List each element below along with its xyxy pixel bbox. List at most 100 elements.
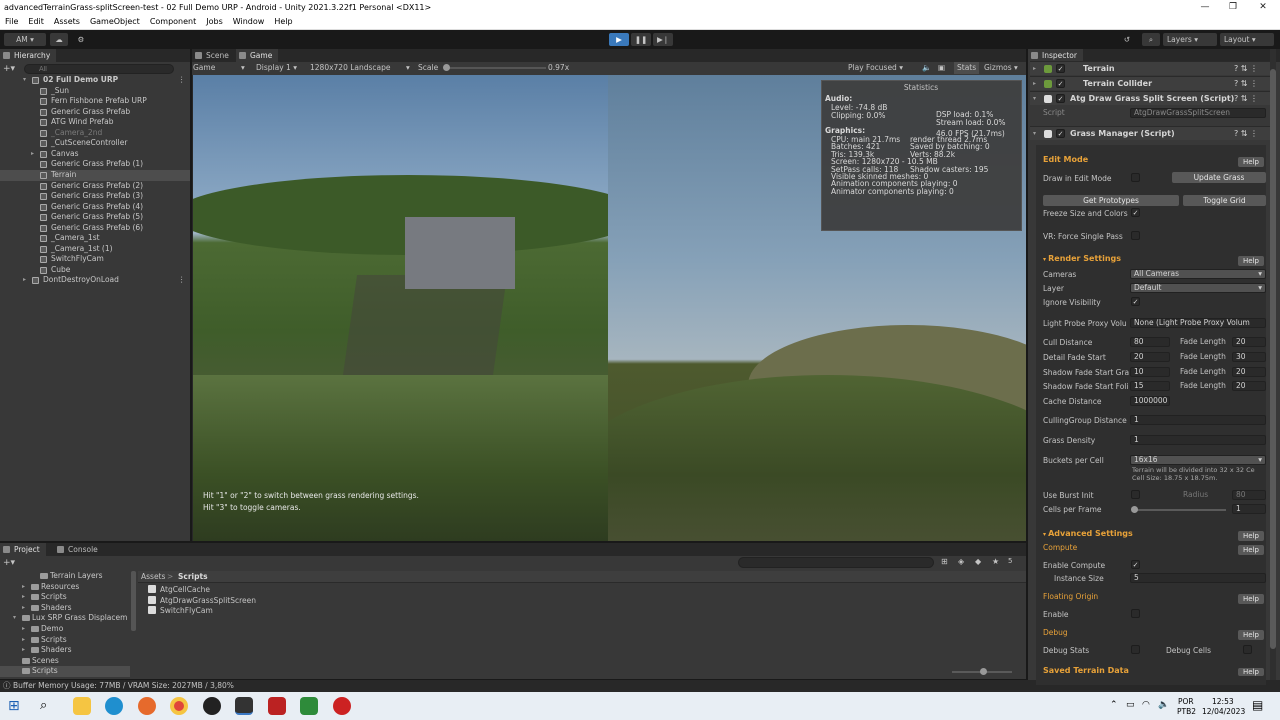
freeze-checkbox[interactable]: ✓ — [1131, 208, 1140, 217]
render-settings-heading[interactable]: ▾ Render Settings — [1043, 254, 1121, 263]
script-file-item[interactable]: AtgDrawGrassSplitScreen — [148, 595, 256, 606]
project-folder-item[interactable]: Terrain Layers — [0, 571, 130, 582]
close-button[interactable]: ✕ — [1248, 0, 1278, 15]
recorder-icon[interactable] — [333, 697, 351, 715]
favorite-icon[interactable]: ★ — [992, 557, 999, 566]
layout-dropdown[interactable]: Layout ▾ — [1220, 33, 1274, 46]
project-search-input[interactable] — [738, 557, 934, 568]
project-folder-item[interactable]: ▸ Demo — [0, 624, 130, 635]
wifi-icon[interactable]: ◠ — [1142, 700, 1150, 710]
chrome-icon[interactable] — [170, 697, 188, 715]
icon-size-thumb[interactable] — [980, 668, 987, 675]
hierarchy-item[interactable]: Generic Grass Prefab (5) — [0, 212, 190, 223]
file-explorer-icon[interactable] — [73, 697, 91, 715]
project-folder-item[interactable]: ▾ Lux SRP Grass Displacem — [0, 613, 130, 624]
scale-slider-track[interactable] — [446, 67, 546, 69]
compute-help-button[interactable]: Help — [1238, 545, 1264, 555]
component-atg-draw[interactable]: ▾ ✓ Atg Draw Grass Split Screen (Script)? … — [1030, 91, 1270, 105]
minimize-button[interactable]: — — [1190, 0, 1220, 15]
row-menu-icon[interactable]: ⋮ — [178, 275, 186, 286]
collab-icon[interactable]: ⚙ — [72, 33, 90, 46]
project-folder-item[interactable]: Scenes — [0, 656, 130, 667]
layer-dropdown[interactable]: Default ▾ — [1130, 283, 1266, 293]
expand-arrow-icon[interactable]: ▸ — [22, 635, 25, 646]
menu-file[interactable]: File — [0, 15, 23, 29]
tab-project[interactable]: Project — [0, 543, 46, 556]
pause-button[interactable]: ❚❚ — [631, 33, 651, 46]
saved-help-button[interactable]: Help — [1238, 668, 1264, 676]
play-button[interactable]: ▶ — [609, 33, 629, 46]
camera-icon[interactable]: ▣ — [938, 62, 945, 74]
add-icon[interactable]: +▾ — [3, 64, 17, 74]
advanced-settings-heading[interactable]: ▾ Advanced Settings — [1043, 529, 1133, 538]
tab-scene[interactable]: Scene — [192, 49, 235, 62]
hierarchy-item[interactable]: Generic Grass Prefab — [0, 107, 190, 118]
grass-density-field[interactable]: 1 — [1130, 435, 1266, 445]
expand-arrow-icon[interactable]: ▸ — [22, 592, 25, 603]
draw-in-edit-checkbox[interactable] — [1131, 173, 1140, 182]
breadcrumb-scripts[interactable]: Scripts — [178, 571, 208, 582]
menu-window[interactable]: Window — [228, 15, 270, 29]
radius-field[interactable]: 80 — [1232, 490, 1266, 500]
row-menu-icon[interactable]: ⋮ — [178, 75, 186, 86]
component-terrain[interactable]: ▸ ✓ Terrain? ⇅ ⋮ — [1030, 61, 1270, 75]
fade-length-field-2[interactable]: 30 — [1232, 352, 1266, 362]
search-taskbar-icon[interactable]: ⌕ — [40, 698, 47, 713]
render-help-button[interactable]: Help — [1238, 256, 1264, 266]
shadow-grass-field[interactable]: 10 — [1130, 367, 1170, 377]
hierarchy-search-input[interactable] — [24, 64, 174, 74]
layers-dropdown[interactable]: Layers ▾ — [1163, 33, 1217, 46]
clock-time[interactable]: 12:53 — [1212, 697, 1234, 706]
expand-arrow-icon[interactable]: ▸ — [22, 603, 25, 614]
hierarchy-item[interactable]: Generic Grass Prefab (4) — [0, 202, 190, 213]
project-folder-item[interactable]: ▸ Shaders — [0, 645, 130, 656]
network-icon[interactable]: ▭ — [1126, 700, 1135, 710]
expand-arrow-icon[interactable]: ▸ — [22, 582, 25, 593]
ignore-visibility-checkbox[interactable]: ✓ — [1131, 297, 1140, 306]
fade-length-field-1[interactable]: 20 — [1232, 337, 1266, 347]
hierarchy-item[interactable]: SwitchFlyCam — [0, 254, 190, 265]
tab-game[interactable]: Game — [236, 49, 279, 62]
hierarchy-item[interactable]: Generic Grass Prefab (1) — [0, 159, 190, 170]
debug-cells-checkbox[interactable] — [1243, 645, 1252, 654]
project-add-icon[interactable]: +▾ — [3, 558, 15, 568]
expand-arrow-icon[interactable]: ▸ — [31, 149, 34, 160]
hierarchy-item[interactable]: Generic Grass Prefab (3) — [0, 191, 190, 202]
toggle-grid-button[interactable]: Toggle Grid — [1183, 195, 1266, 206]
debug-stats-checkbox[interactable] — [1131, 645, 1140, 654]
tray-arrow-icon[interactable]: ⌃ — [1110, 700, 1118, 710]
hierarchy-item[interactable]: Cube — [0, 265, 190, 276]
resolution-dropdown[interactable]: 1280x720 Landscape ▾ — [310, 62, 414, 74]
update-grass-button[interactable]: Update Grass — [1172, 172, 1266, 183]
cameras-dropdown[interactable]: All Cameras ▾ — [1130, 269, 1266, 279]
history-icon[interactable]: ↺ — [1118, 33, 1136, 46]
label-icon[interactable]: ◆ — [975, 557, 981, 566]
hierarchy-item[interactable]: _Camera_1st — [0, 233, 190, 244]
project-folder-item[interactable]: ▸ Scripts — [0, 592, 130, 603]
menu-help[interactable]: Help — [269, 15, 297, 29]
tree-scrollbar[interactable] — [131, 571, 136, 631]
volume-icon[interactable]: 🔈 — [1158, 700, 1169, 710]
hierarchy-item[interactable]: _CutSceneController — [0, 138, 190, 149]
stats-button[interactable]: Stats — [954, 62, 980, 74]
enable-checkbox[interactable] — [1131, 609, 1140, 618]
project-folder-item[interactable]: ▸ Resources — [0, 582, 130, 593]
app-icon-red[interactable] — [268, 697, 286, 715]
hierarchy-item[interactable]: ATG Wind Prefab — [0, 117, 190, 128]
game-mode-dropdown[interactable]: Game ▾ — [193, 62, 249, 74]
light-probe-field[interactable]: None (Light Probe Proxy Volum — [1130, 318, 1266, 328]
project-folder-item[interactable]: Scripts — [0, 666, 130, 677]
component-atg-menu-icon[interactable]: ? ⇅ ⋮ — [1234, 92, 1258, 106]
hierarchy-item[interactable]: Terrain — [0, 169, 190, 181]
hierarchy-item[interactable]: Generic Grass Prefab (6) — [0, 223, 190, 234]
burst-checkbox[interactable] — [1131, 490, 1140, 499]
unity-editor-icon[interactable] — [235, 697, 253, 715]
step-button[interactable]: ▶❘ — [653, 33, 673, 46]
collider-enabled-checkbox[interactable]: ✓ — [1056, 79, 1065, 88]
hierarchy-item[interactable]: ▸ Canvas — [0, 149, 190, 160]
menu-assets[interactable]: Assets — [49, 15, 85, 29]
culling-group-field[interactable]: 1 — [1130, 415, 1266, 425]
project-folder-item[interactable]: ▸ Scripts — [0, 635, 130, 646]
lang-primary[interactable]: POR — [1178, 697, 1194, 706]
menu-jobs[interactable]: Jobs — [201, 15, 228, 29]
